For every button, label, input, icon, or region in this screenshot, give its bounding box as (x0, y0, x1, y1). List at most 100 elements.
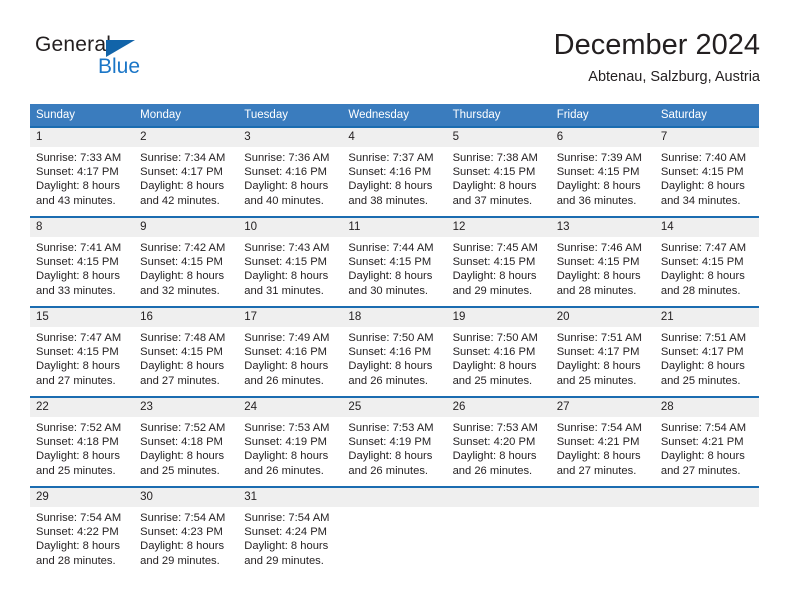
day-cell[interactable]: Sunrise: 7:50 AM Sunset: 4:16 PM Dayligh… (447, 327, 551, 396)
day-number[interactable]: 11 (342, 218, 446, 237)
sunset-text: Sunset: 4:15 PM (244, 256, 327, 269)
day-cell[interactable]: Sunrise: 7:53 AM Sunset: 4:19 PM Dayligh… (342, 417, 446, 486)
week-day-number-band: 29 30 31 (30, 488, 759, 507)
daylight-text-1: Daylight: 8 hours (348, 180, 433, 193)
day-cell[interactable]: Sunrise: 7:51 AM Sunset: 4:17 PM Dayligh… (551, 327, 655, 396)
sunset-text: Sunset: 4:21 PM (556, 436, 640, 449)
sunrise-text: Sunrise: 7:48 AM (140, 332, 226, 344)
day-cell[interactable]: Sunrise: 7:44 AM Sunset: 4:15 PM Dayligh… (342, 237, 446, 306)
day-cell[interactable]: Sunrise: 7:46 AM Sunset: 4:15 PM Dayligh… (551, 237, 655, 306)
day-number[interactable]: 5 (447, 128, 551, 147)
day-cell[interactable]: Sunrise: 7:52 AM Sunset: 4:18 PM Dayligh… (134, 417, 238, 486)
daylight-text-2: and 29 minutes. (140, 554, 220, 567)
daylight-text-1: Daylight: 8 hours (556, 360, 641, 373)
day-cell[interactable]: Sunrise: 7:47 AM Sunset: 4:15 PM Dayligh… (655, 237, 759, 306)
day-number[interactable]: 6 (551, 128, 655, 147)
daylight-text-2: and 33 minutes. (36, 284, 116, 297)
day-number[interactable]: 1 (30, 128, 134, 147)
daylight-text-2: and 25 minutes. (556, 374, 637, 387)
page-title: December 2024 (553, 29, 760, 61)
day-number[interactable]: 23 (134, 398, 238, 417)
day-number[interactable]: 20 (551, 308, 655, 327)
daylight-text-1: Daylight: 8 hours (660, 180, 745, 193)
day-number[interactable]: 26 (447, 398, 551, 417)
day-cell-empty (447, 507, 551, 576)
daylight-text-1: Daylight: 8 hours (140, 540, 225, 553)
sunset-text: Sunset: 4:19 PM (348, 436, 432, 449)
daylight-text-1: Daylight: 8 hours (556, 450, 641, 463)
sunset-text: Sunset: 4:23 PM (140, 526, 223, 539)
daylight-text-2: and 37 minutes. (452, 194, 533, 207)
day-cell[interactable]: Sunrise: 7:41 AM Sunset: 4:15 PM Dayligh… (30, 237, 134, 306)
day-cell[interactable]: Sunrise: 7:52 AM Sunset: 4:18 PM Dayligh… (30, 417, 134, 486)
day-number[interactable]: 30 (134, 488, 238, 507)
day-cell[interactable]: Sunrise: 7:42 AM Sunset: 4:15 PM Dayligh… (134, 237, 238, 306)
day-number[interactable]: 19 (447, 308, 551, 327)
day-cell[interactable]: Sunrise: 7:54 AM Sunset: 4:23 PM Dayligh… (134, 507, 238, 576)
day-number[interactable]: 16 (134, 308, 238, 327)
day-cell[interactable]: Sunrise: 7:43 AM Sunset: 4:15 PM Dayligh… (238, 237, 342, 306)
day-cell[interactable]: Sunrise: 7:49 AM Sunset: 4:16 PM Dayligh… (238, 327, 342, 396)
day-cell[interactable]: Sunrise: 7:36 AM Sunset: 4:16 PM Dayligh… (238, 147, 342, 216)
day-cell[interactable]: Sunrise: 7:54 AM Sunset: 4:21 PM Dayligh… (551, 417, 655, 486)
day-number[interactable]: 10 (238, 218, 342, 237)
day-number[interactable]: 7 (655, 128, 759, 147)
day-number[interactable]: 13 (551, 218, 655, 237)
day-cell[interactable]: Sunrise: 7:54 AM Sunset: 4:24 PM Dayligh… (238, 507, 342, 576)
day-number[interactable]: 17 (238, 308, 342, 327)
sunrise-text: Sunrise: 7:42 AM (140, 242, 226, 254)
day-cell[interactable]: Sunrise: 7:48 AM Sunset: 4:15 PM Dayligh… (134, 327, 238, 396)
day-cell[interactable]: Sunrise: 7:38 AM Sunset: 4:15 PM Dayligh… (447, 147, 551, 216)
day-cell[interactable]: Sunrise: 7:37 AM Sunset: 4:16 PM Dayligh… (342, 147, 446, 216)
day-number[interactable]: 22 (30, 398, 134, 417)
day-number[interactable]: 28 (655, 398, 759, 417)
day-cell[interactable]: Sunrise: 7:39 AM Sunset: 4:15 PM Dayligh… (551, 147, 655, 216)
week-day-number-band: 8 9 10 11 12 13 14 (30, 218, 759, 237)
day-number[interactable]: 8 (30, 218, 134, 237)
day-number[interactable]: 18 (342, 308, 446, 327)
daylight-text-2: and 26 minutes. (348, 464, 429, 477)
day-cell[interactable]: Sunrise: 7:53 AM Sunset: 4:19 PM Dayligh… (238, 417, 342, 486)
daylight-text-1: Daylight: 8 hours (660, 360, 745, 373)
day-header-monday: Monday (140, 109, 182, 121)
day-number[interactable]: 25 (342, 398, 446, 417)
daylight-text-2: and 26 minutes. (244, 374, 324, 387)
day-cell[interactable]: Sunrise: 7:54 AM Sunset: 4:21 PM Dayligh… (655, 417, 759, 486)
week-day-number-band: 15 16 17 18 19 20 21 (30, 308, 759, 327)
day-cell[interactable]: Sunrise: 7:54 AM Sunset: 4:22 PM Dayligh… (30, 507, 134, 576)
day-number[interactable]: 15 (30, 308, 134, 327)
sunrise-text: Sunrise: 7:53 AM (244, 422, 330, 434)
sunrise-text: Sunrise: 7:53 AM (452, 422, 538, 434)
day-number[interactable]: 31 (238, 488, 342, 507)
day-number[interactable]: 27 (551, 398, 655, 417)
daylight-text-1: Daylight: 8 hours (36, 270, 120, 283)
sunrise-text: Sunrise: 7:47 AM (36, 332, 122, 344)
calendar-page: General Blue December 2024 Abtenau, Salz… (0, 0, 792, 612)
sunset-text: Sunset: 4:18 PM (36, 436, 119, 449)
day-number[interactable]: 29 (30, 488, 134, 507)
day-cell[interactable]: Sunrise: 7:34 AM Sunset: 4:17 PM Dayligh… (134, 147, 238, 216)
day-number[interactable]: 14 (655, 218, 759, 237)
sunset-text: Sunset: 4:15 PM (140, 346, 223, 359)
daylight-text-2: and 25 minutes. (140, 464, 220, 477)
day-number[interactable]: 24 (238, 398, 342, 417)
sunrise-text: Sunrise: 7:51 AM (660, 332, 747, 344)
daylight-text-2: and 28 minutes. (556, 284, 637, 297)
day-cell[interactable]: Sunrise: 7:53 AM Sunset: 4:20 PM Dayligh… (447, 417, 551, 486)
day-number[interactable]: 4 (342, 128, 446, 147)
day-header-thursday: Thursday (452, 109, 501, 121)
day-cell[interactable]: Sunrise: 7:40 AM Sunset: 4:15 PM Dayligh… (655, 147, 759, 216)
general-blue-logo[interactable]: General Blue (35, 33, 205, 89)
day-cell[interactable]: Sunrise: 7:50 AM Sunset: 4:16 PM Dayligh… (342, 327, 446, 396)
day-number[interactable]: 12 (447, 218, 551, 237)
day-cell[interactable]: Sunrise: 7:47 AM Sunset: 4:15 PM Dayligh… (30, 327, 134, 396)
day-cell[interactable]: Sunrise: 7:33 AM Sunset: 4:17 PM Dayligh… (30, 147, 134, 216)
day-cell[interactable]: Sunrise: 7:45 AM Sunset: 4:15 PM Dayligh… (447, 237, 551, 306)
day-number[interactable]: 9 (134, 218, 238, 237)
day-number[interactable]: 21 (655, 308, 759, 327)
day-cell[interactable]: Sunrise: 7:51 AM Sunset: 4:17 PM Dayligh… (655, 327, 759, 396)
day-number[interactable]: 2 (134, 128, 238, 147)
day-number[interactable]: 3 (238, 128, 342, 147)
daylight-text-2: and 36 minutes. (556, 194, 637, 207)
sunrise-text: Sunrise: 7:40 AM (660, 152, 747, 164)
